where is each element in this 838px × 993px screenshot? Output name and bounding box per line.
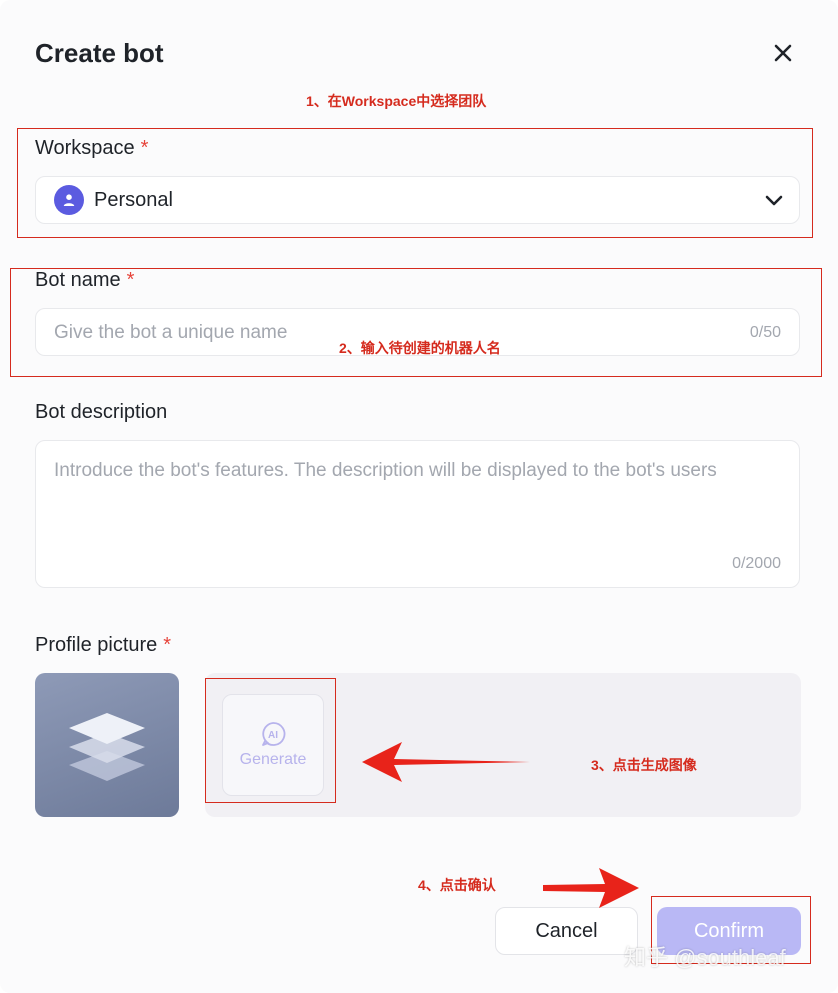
create-bot-dialog: Create bot Workspace * Personal Bot name *… bbox=[0, 0, 838, 993]
annotation-box-generate bbox=[205, 678, 336, 803]
annotation-box-workspace bbox=[17, 128, 813, 238]
close-icon bbox=[774, 44, 792, 62]
profile-picture-label: Profile picture * bbox=[35, 634, 172, 656]
annotation-arrow-generate-icon bbox=[362, 742, 530, 782]
required-mark: * bbox=[163, 634, 172, 656]
annotation-arrow-confirm-icon bbox=[543, 868, 639, 908]
bot-description-counter: 0/2000 bbox=[732, 555, 781, 572]
close-button[interactable] bbox=[768, 38, 798, 68]
annotation-step1: 1、在Workspace中选择团队 bbox=[306, 93, 487, 109]
bot-description-textarea[interactable]: Introduce the bot's features. The descri… bbox=[35, 440, 800, 588]
dialog-title: Create bot bbox=[35, 38, 164, 68]
annotation-box-bot-name bbox=[10, 268, 822, 377]
cancel-button[interactable]: Cancel bbox=[495, 907, 638, 955]
annotation-step2: 2、输入待创建的机器人名 bbox=[339, 340, 501, 356]
annotation-step4: 4、点击确认 bbox=[418, 877, 496, 893]
watermark-text: 知乎 @southleaf bbox=[624, 945, 786, 970]
layers-icon bbox=[69, 713, 145, 781]
annotation-step3: 3、点击生成图像 bbox=[591, 757, 697, 773]
profile-picture-preview[interactable] bbox=[35, 673, 179, 817]
bot-description-label: Bot description bbox=[35, 401, 168, 423]
bot-description-placeholder: Introduce the bot's features. The descri… bbox=[54, 460, 717, 481]
